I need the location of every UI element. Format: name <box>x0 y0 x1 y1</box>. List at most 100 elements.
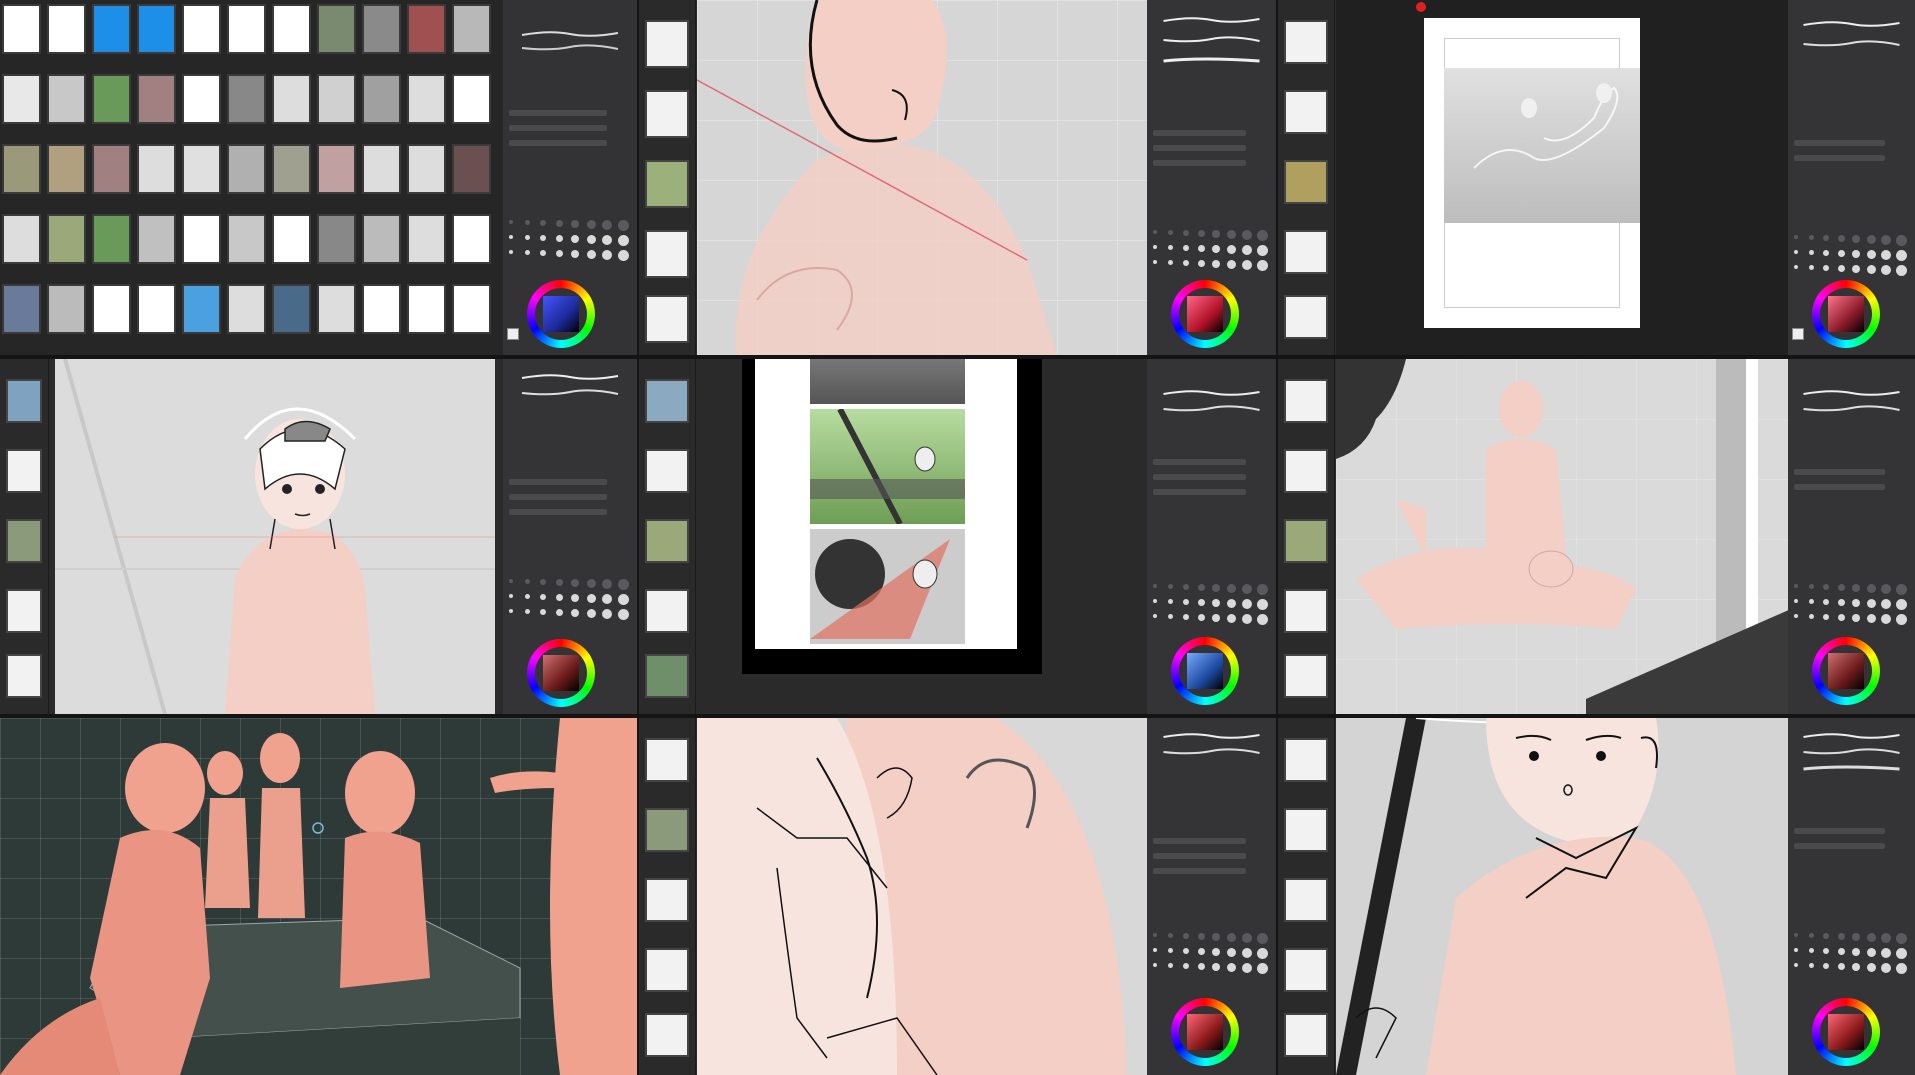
slider-bar[interactable] <box>1153 160 1246 166</box>
page-thumbnail-icon[interactable] <box>1284 878 1328 922</box>
brush-size-palette[interactable] <box>1794 235 1907 276</box>
brush-size-dot[interactable] <box>1197 260 1205 267</box>
brush-size-dot[interactable] <box>1837 265 1845 272</box>
brush-size-dot[interactable] <box>1866 235 1876 244</box>
drawing-canvas[interactable] <box>1336 0 1791 355</box>
brush-size-dot[interactable] <box>571 250 579 258</box>
page-thumbnail-icon[interactable] <box>1284 738 1328 782</box>
page-thumbnail-icon[interactable] <box>6 519 42 563</box>
brush-size-dot[interactable] <box>1242 948 1253 958</box>
brush-stroke-icon[interactable] <box>1794 383 1909 396</box>
slider-bar[interactable] <box>509 509 607 515</box>
page-thumbnail-icon[interactable] <box>645 295 689 343</box>
brush-size-dot[interactable] <box>540 609 546 615</box>
page-thumbnail-icon[interactable] <box>6 379 42 423</box>
brush-size-dot[interactable] <box>1881 614 1892 624</box>
brush-size-dot[interactable] <box>1153 948 1157 952</box>
brush-size-palette[interactable] <box>1153 230 1268 271</box>
brush-size-dot[interactable] <box>1256 260 1268 271</box>
brush-size-dot[interactable] <box>1823 265 1830 271</box>
page-thumbnail-icon[interactable] <box>227 74 266 124</box>
page-thumbnail-icon[interactable] <box>137 144 176 194</box>
brush-stroke-icon[interactable] <box>1794 14 1909 27</box>
brush-size-dot[interactable] <box>1794 614 1798 618</box>
page-thumbnails[interactable] <box>0 359 49 714</box>
page-thumbnail-icon[interactable] <box>92 4 131 54</box>
brush-size-dot[interactable] <box>1227 245 1237 254</box>
page-thumbnail-icon[interactable] <box>182 214 221 264</box>
brush-size-dot[interactable] <box>571 609 579 617</box>
brush-size-dot[interactable] <box>1794 948 1798 952</box>
brush-size-dot[interactable] <box>524 609 530 614</box>
page-thumbnail-icon[interactable] <box>47 214 86 264</box>
page-thumbnail-icon[interactable] <box>2 144 41 194</box>
brush-size-dot[interactable] <box>1808 933 1814 938</box>
slider-bar[interactable] <box>1153 853 1246 859</box>
drawing-canvas[interactable] <box>697 718 1147 1075</box>
page-thumbnail-icon[interactable] <box>227 4 266 54</box>
brush-size-dot[interactable] <box>555 579 563 586</box>
brush-size-dot[interactable] <box>1866 933 1876 942</box>
page-thumbnail-icon[interactable] <box>407 214 446 264</box>
brush-size-dot[interactable] <box>1823 584 1830 590</box>
brush-size-dot[interactable] <box>1242 963 1253 973</box>
page-thumbnail-icon[interactable] <box>317 74 356 124</box>
brush-size-dot[interactable] <box>1837 933 1845 940</box>
page-thumbnail-icon[interactable] <box>182 4 221 54</box>
brush-size-dot[interactable] <box>1837 250 1845 257</box>
brush-size-dot[interactable] <box>1167 614 1173 619</box>
page-thumbnail-icon[interactable] <box>645 1013 689 1057</box>
brush-size-dot[interactable] <box>1242 230 1253 240</box>
brush-size-dot[interactable] <box>1823 963 1830 969</box>
brush-size-dot[interactable] <box>1182 933 1189 939</box>
page-thumbnail-icon[interactable] <box>6 589 42 633</box>
brush-size-dot[interactable] <box>1866 584 1876 593</box>
brush-size-dot[interactable] <box>1256 245 1268 256</box>
brush-size-dot[interactable] <box>1182 614 1189 620</box>
slider-bar[interactable] <box>509 125 607 131</box>
brush-size-dot[interactable] <box>1153 963 1157 967</box>
slider-bar[interactable] <box>1153 130 1246 136</box>
brush-size-dot[interactable] <box>1227 933 1237 942</box>
page-thumbnail-icon[interactable] <box>6 449 42 493</box>
brush-size-palette[interactable] <box>1153 933 1268 974</box>
page-thumbnail-icon[interactable] <box>92 144 131 194</box>
brush-size-dot[interactable] <box>1197 948 1205 955</box>
brush-size-dot[interactable] <box>1866 250 1876 259</box>
brush-size-dot[interactable] <box>1242 584 1253 594</box>
page-thumbnail-icon[interactable] <box>137 74 176 124</box>
page-thumbnail-icon[interactable] <box>317 214 356 264</box>
brush-size-dot[interactable] <box>1167 260 1173 265</box>
brush-stroke-icon[interactable] <box>1153 10 1270 23</box>
brush-size-dot[interactable] <box>602 579 612 589</box>
brush-size-palette[interactable] <box>509 220 629 261</box>
brush-size-dot[interactable] <box>1794 963 1798 967</box>
brush-size-dot[interactable] <box>586 250 596 259</box>
brush-size-dot[interactable] <box>602 594 612 604</box>
brush-size-dot[interactable] <box>509 609 513 613</box>
page-thumbnail-icon[interactable] <box>362 144 401 194</box>
brush-size-dot[interactable] <box>1852 614 1861 622</box>
brush-size-dot[interactable] <box>586 579 596 588</box>
page-thumbnail-icon[interactable] <box>137 284 176 334</box>
brush-size-dot[interactable] <box>1256 230 1268 241</box>
brush-size-dot[interactable] <box>1256 948 1268 959</box>
brush-size-dot[interactable] <box>1823 250 1830 256</box>
page-thumbnail-icon[interactable] <box>272 4 311 54</box>
page-thumbnail-icon[interactable] <box>272 144 311 194</box>
brush-size-dot[interactable] <box>586 220 596 229</box>
brush-size-dot[interactable] <box>1227 614 1237 623</box>
brush-size-dot[interactable] <box>1212 230 1221 238</box>
brush-size-dot[interactable] <box>555 609 563 616</box>
brush-size-dot[interactable] <box>1153 584 1157 588</box>
brush-size-dot[interactable] <box>524 250 530 255</box>
brush-size-dot[interactable] <box>1837 614 1845 621</box>
brush-size-dot[interactable] <box>540 594 546 600</box>
brush-size-dot[interactable] <box>1852 933 1861 941</box>
page-thumbnail-icon[interactable] <box>1284 654 1328 698</box>
brush-stroke-icon[interactable] <box>1794 34 1909 47</box>
page-thumbnail-icon[interactable] <box>1284 948 1328 992</box>
brush-size-dot[interactable] <box>1881 948 1892 958</box>
brush-size-dot[interactable] <box>1182 584 1189 590</box>
brush-size-dot[interactable] <box>571 579 579 587</box>
